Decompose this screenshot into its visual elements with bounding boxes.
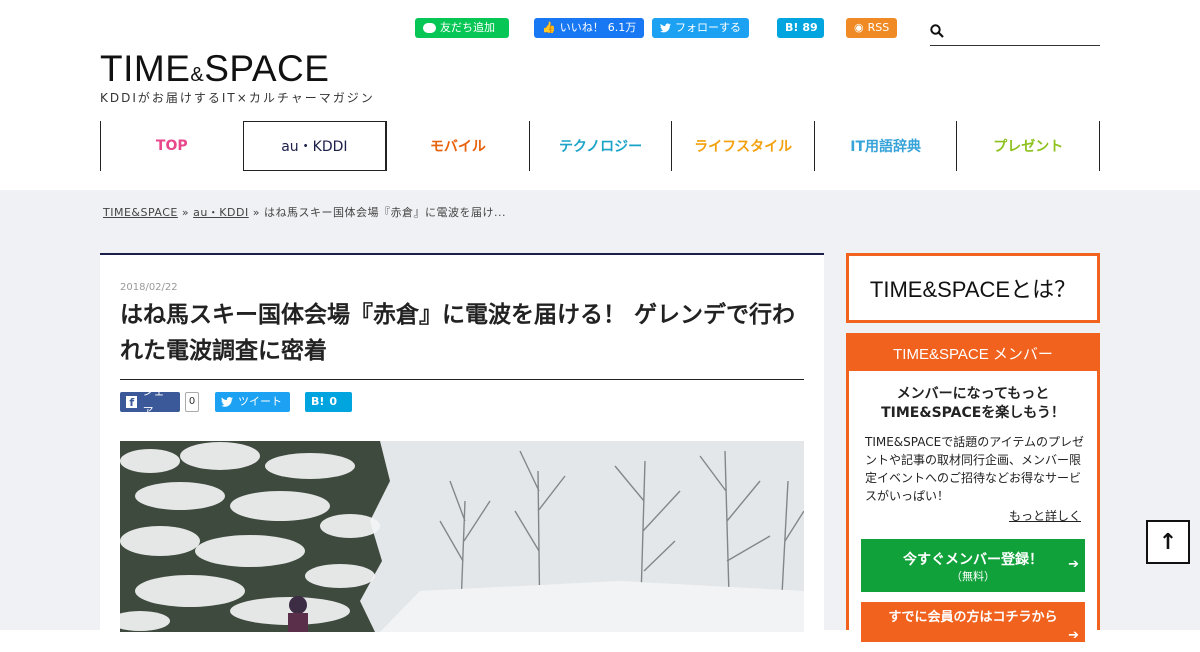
arrow-up-icon: ↑ xyxy=(1158,529,1178,555)
member-lead-line2: TIME&SPACEを楽しもう！ xyxy=(881,405,1065,421)
breadcrumb-separator: » xyxy=(181,206,194,219)
member-panel: TIME&SPACE メンバー メンバーになってもっと TIME&SPACEを楽… xyxy=(846,333,1100,643)
hatena-share-count: 0 xyxy=(329,395,338,408)
hatena-label: B! xyxy=(785,21,799,34)
like-count: 6.1万 xyxy=(607,21,637,34)
register-sub-label: （無料） xyxy=(951,570,995,583)
line-add-friend-button[interactable]: 友だち追加 xyxy=(415,18,509,38)
breadcrumb-home[interactable]: TIME&SPACE xyxy=(103,206,178,219)
rss-button[interactable]: ◉ RSS xyxy=(846,18,897,38)
facebook-icon: f xyxy=(126,396,138,409)
login-label: すでに会員の方はコチラから xyxy=(888,610,1058,625)
back-to-top-button[interactable]: ↑ xyxy=(1146,520,1190,564)
twitter-icon xyxy=(660,23,671,33)
search-input[interactable] xyxy=(950,20,1099,44)
hatena-count: 89 xyxy=(802,21,818,34)
arrow-right-icon: ➔ xyxy=(1068,557,1079,572)
main-nav: TOP au・KDDI モバイル テクノロジー ライフスタイル IT用語辞典 プ… xyxy=(100,121,1101,171)
hatena-share-button[interactable]: B! 0 xyxy=(305,392,352,412)
tweet-label: ツイート xyxy=(238,395,282,408)
like-label: いいね！ xyxy=(559,21,604,34)
rss-label: RSS xyxy=(867,21,890,34)
register-label: 今すぐメンバー登録！ xyxy=(903,552,1043,568)
member-description: TIME&SPACEで話題のアイテムのプレゼントや記事の取材同行企画、メンバー限… xyxy=(865,435,1085,503)
thumbs-up-icon: 👍 xyxy=(542,21,556,34)
breadcrumb-category[interactable]: au・KDDI xyxy=(193,206,249,219)
nav-item-mobile[interactable]: モバイル xyxy=(386,121,529,171)
register-button[interactable]: 今すぐメンバー登録！ （無料） ➔ xyxy=(861,539,1085,592)
facebook-like-button[interactable]: 👍 いいね！ 6.1万 xyxy=(534,18,644,38)
site-tagline: KDDIがお届けするIT×カルチャーマガジン xyxy=(100,91,375,105)
nav-item-top[interactable]: TOP xyxy=(100,121,243,171)
follow-label: フォローする xyxy=(675,21,741,34)
about-time-space-link[interactable]: TIME&SPACEとは？ xyxy=(846,253,1100,323)
site-logo[interactable]: TIME&SPACE xyxy=(100,50,329,94)
breadcrumb-current: はね馬スキー国体会場『赤倉』に電波を届け... xyxy=(263,206,506,219)
arrow-right-icon: ➔ xyxy=(1068,628,1079,643)
nav-item-present[interactable]: プレゼント xyxy=(956,121,1101,171)
facebook-share-button[interactable]: f シェア xyxy=(120,385,180,418)
snowy-forest-image xyxy=(120,441,804,632)
article-card: 2018/02/22 はね馬スキー国体会場『赤倉』に電波を届ける！ ゲレンデで行… xyxy=(100,253,824,632)
member-lead: メンバーになってもっと TIME&SPACEを楽しもう！ xyxy=(849,385,1097,423)
hatena-label: B! xyxy=(311,395,325,408)
member-more-link[interactable]: もっと詳しく xyxy=(1009,507,1081,524)
share-label: シェア xyxy=(142,385,165,418)
line-label: 友だち追加 xyxy=(440,21,495,34)
nav-item-au-kddi[interactable]: au・KDDI xyxy=(242,121,387,171)
nav-item-lifestyle[interactable]: ライフスタイル xyxy=(671,121,814,171)
hatena-bookmark-button[interactable]: B! 89 xyxy=(777,18,824,38)
site-header: 友だち追加 👍 いいね！ 6.1万 フォローする B! 89 ◉ RSS TIM… xyxy=(0,0,1200,190)
search-box xyxy=(930,18,1100,46)
article-title: はね馬スキー国体会場『赤倉』に電波を届ける！ ゲレンデで行われた電波調査に密着 xyxy=(120,302,796,364)
search-icon[interactable] xyxy=(930,24,944,38)
login-button[interactable]: すでに会員の方はコチラから ➔ xyxy=(861,602,1085,643)
breadcrumb-separator: » xyxy=(252,206,264,219)
member-panel-heading: TIME&SPACE メンバー xyxy=(849,336,1097,371)
nav-item-it-glossary[interactable]: IT用語辞典 xyxy=(813,121,957,171)
facebook-share-count: 0 xyxy=(185,392,199,412)
nav-item-technology[interactable]: テクノロジー xyxy=(528,121,672,171)
article-hero-image xyxy=(120,441,804,632)
rss-icon: ◉ xyxy=(854,21,864,34)
article-date: 2018/02/22 xyxy=(120,282,178,293)
title-divider xyxy=(120,379,804,380)
twitter-follow-button[interactable]: フォローする xyxy=(652,18,749,38)
member-lead-line1: メンバーになってもっと xyxy=(896,386,1050,402)
line-icon xyxy=(423,23,436,33)
tweet-button[interactable]: ツイート xyxy=(215,392,290,412)
breadcrumb: TIME&SPACE » au・KDDI » はね馬スキー国体会場『赤倉』に電波… xyxy=(103,204,506,220)
twitter-icon xyxy=(221,397,233,407)
